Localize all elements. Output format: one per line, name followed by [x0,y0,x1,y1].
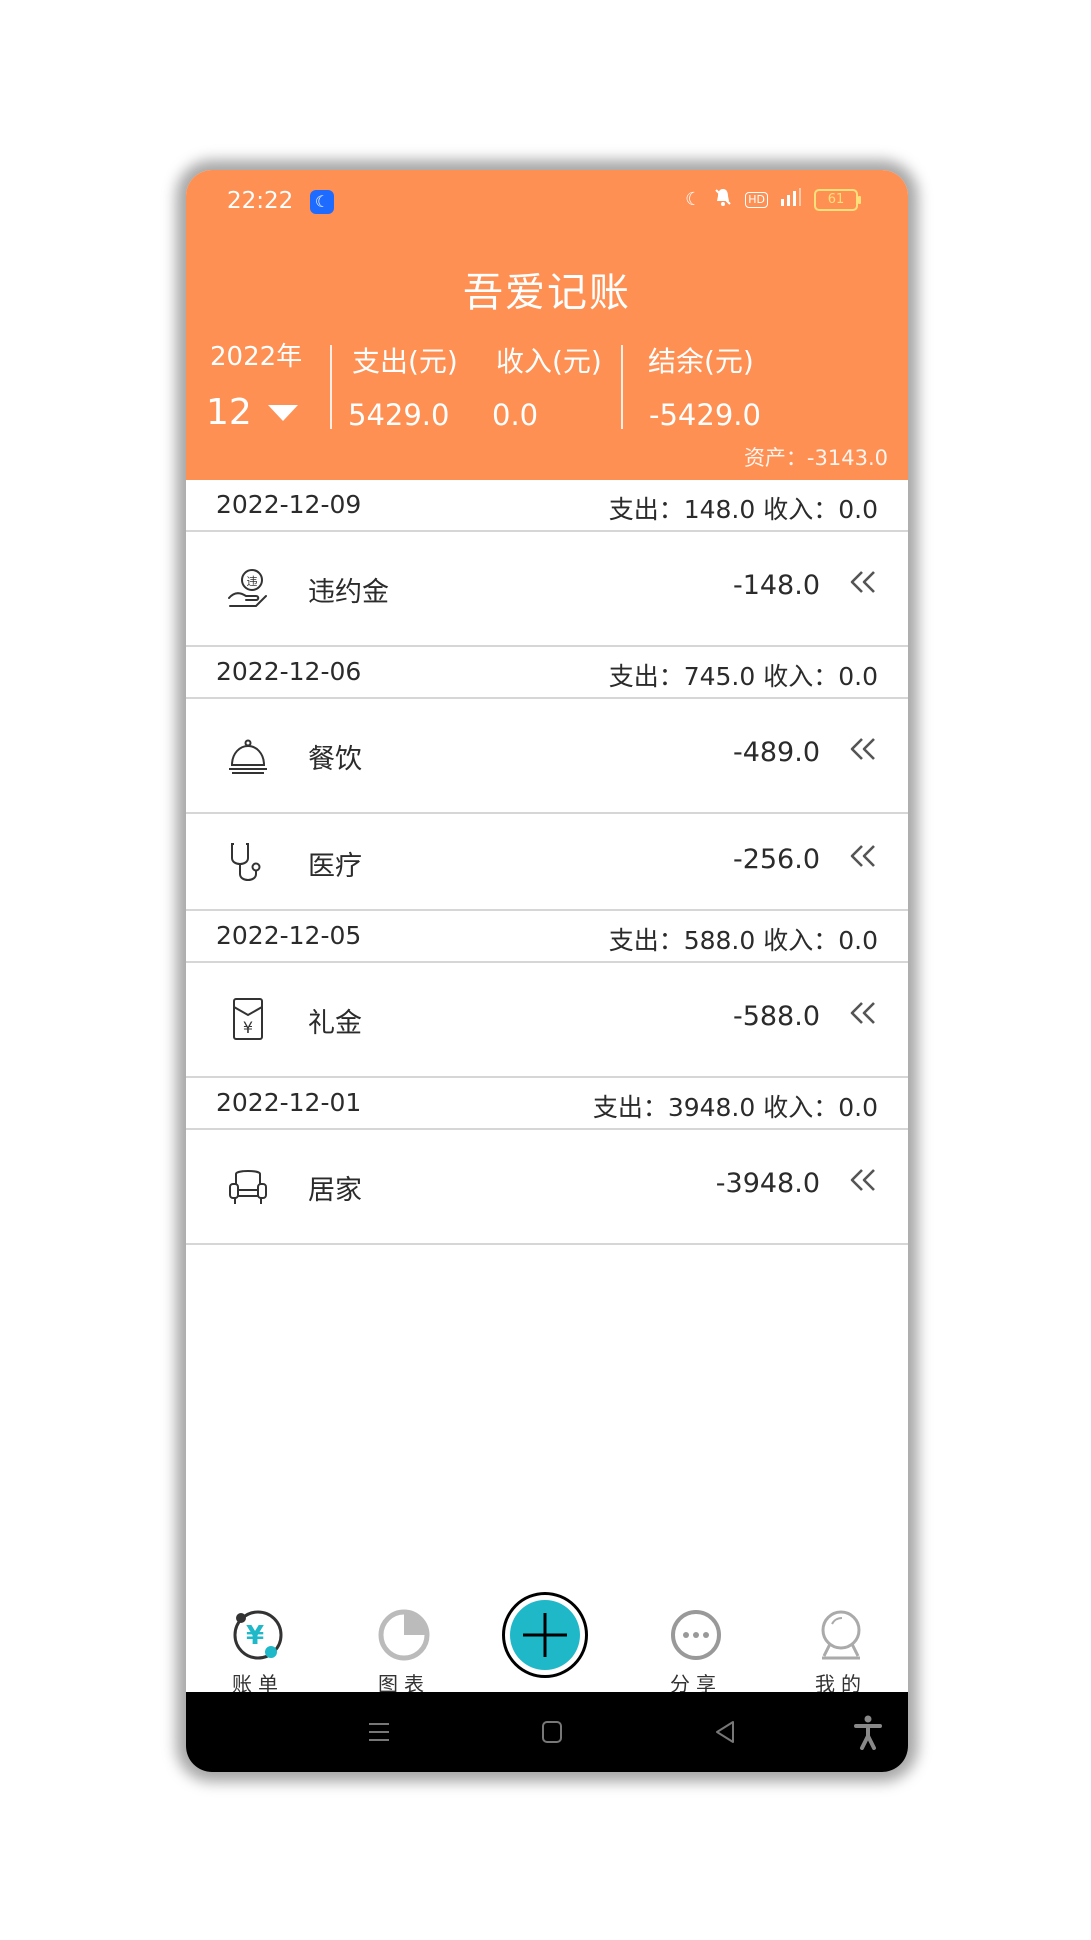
accessibility-icon[interactable] [848,1714,888,1750]
status-time: 22:22 [227,188,294,214]
stethoscope-icon [231,843,261,881]
dropdown-triangle-icon [267,404,298,421]
double-chevron-left-icon[interactable] [848,999,878,1029]
signal-icon [780,187,802,212]
moon-app-icon: ☾ [310,190,334,214]
tab-share[interactable]: 分享 [651,1608,741,1697]
day-header: 2022-12-09 支出：148.0 收入：0.0 [186,480,908,532]
system-nav-bar [186,1692,908,1772]
mute-bell-icon [713,187,733,212]
menu-icon[interactable] [359,1714,399,1750]
svg-text:违: 违 [247,575,258,588]
amount: -256.0 [732,844,820,875]
day-summary: 支出：588.0 收入：0.0 [608,926,878,955]
divider [330,345,332,429]
list-item[interactable]: 居家 -3948.0 [186,1130,908,1245]
hd-icon: HD [745,191,768,208]
day-summary: 支出：3948.0 收入：0.0 [592,1093,878,1122]
armchair-icon [229,1170,267,1204]
double-chevron-left-icon[interactable] [848,735,878,765]
divider [621,345,623,429]
list-item[interactable]: ¥ 礼金 -588.0 [186,963,908,1078]
year-label[interactable]: 2022年 [210,336,302,373]
bottom-tab-bar: ¥ 账单 图表 分享 我的 [186,1578,908,1696]
month-selector[interactable]: 12 [206,392,298,433]
user-globe-icon [821,1610,861,1660]
day-date: 2022-12-05 [216,921,362,950]
tab-bills[interactable]: ¥ 账单 [213,1608,303,1697]
income-value: 0.0 [492,398,539,432]
balance-value: -5429.0 [649,398,761,432]
double-chevron-left-icon[interactable] [848,1166,878,1196]
day-summary: 支出：148.0 收入：0.0 [608,495,878,524]
category-name: 违约金 [308,577,389,608]
day-summary: 支出：745.0 收入：0.0 [608,662,878,691]
svg-text:¥: ¥ [243,1018,253,1037]
status-icons: ☾ HD 61 [685,187,861,212]
day-header: 2022-12-01 支出：3948.0 收入：0.0 [186,1078,908,1130]
double-chevron-left-icon[interactable] [848,842,878,872]
home-icon[interactable] [532,1714,572,1750]
income-label: 收入(元) [496,345,602,378]
day-date: 2022-12-01 [216,1088,362,1117]
phone-screen: 22:22 ☾ ☾ HD 61 吾爱记账 2022年 12 支出(元) 5429… [186,170,908,1772]
day-date: 2022-12-06 [216,657,362,686]
category-name: 医疗 [308,851,362,882]
yuan-coin-icon: ¥ [233,1610,283,1660]
list-item[interactable]: 违 违约金 -148.0 [186,532,908,647]
battery-icon: 61 [814,188,861,211]
tab-mine[interactable]: 我的 [796,1608,886,1697]
list-item[interactable]: 餐饮 -489.0 [186,699,908,814]
food-cloche-icon [229,739,267,774]
category-name: 居家 [308,1175,362,1206]
category-name: 礼金 [308,1008,362,1039]
day-date: 2022-12-09 [216,490,362,519]
list-item[interactable]: 医疗 -256.0 [186,814,908,911]
ellipsis-circle-icon [671,1610,721,1660]
amount: -148.0 [732,570,820,601]
bill-list: 2022-12-09 支出：148.0 收入：0.0 违 违约金 -148.0 … [186,480,908,1245]
breach-hand-icon: 违 [228,569,267,607]
day-header: 2022-12-05 支出：588.0 收入：0.0 [186,911,908,963]
plus-icon [510,1600,580,1670]
day-header: 2022-12-06 支出：745.0 收入：0.0 [186,647,908,699]
pie-chart-icon [378,1609,430,1661]
month-value: 12 [206,392,252,433]
back-icon[interactable] [705,1714,745,1750]
expense-value: 5429.0 [348,398,450,432]
app-title: 吾爱记账 [463,270,631,316]
header: 22:22 ☾ ☾ HD 61 吾爱记账 2022年 12 支出(元) 5429… [186,170,908,480]
amount: -3948.0 [715,1168,820,1199]
assets-value: 资产：-3143.0 [743,446,888,470]
category-name: 餐饮 [308,744,362,775]
add-record-button[interactable] [502,1592,588,1678]
expense-label: 支出(元) [352,345,458,378]
balance-label: 结余(元) [648,345,754,378]
red-envelope-icon: ¥ [233,998,263,1040]
svg-text:¥: ¥ [246,1621,270,1651]
tab-charts[interactable]: 图表 [359,1608,449,1697]
amount: -489.0 [732,737,820,768]
double-chevron-left-icon[interactable] [848,568,878,598]
amount: -588.0 [732,1001,820,1032]
do-not-disturb-icon: ☾ [685,189,702,210]
